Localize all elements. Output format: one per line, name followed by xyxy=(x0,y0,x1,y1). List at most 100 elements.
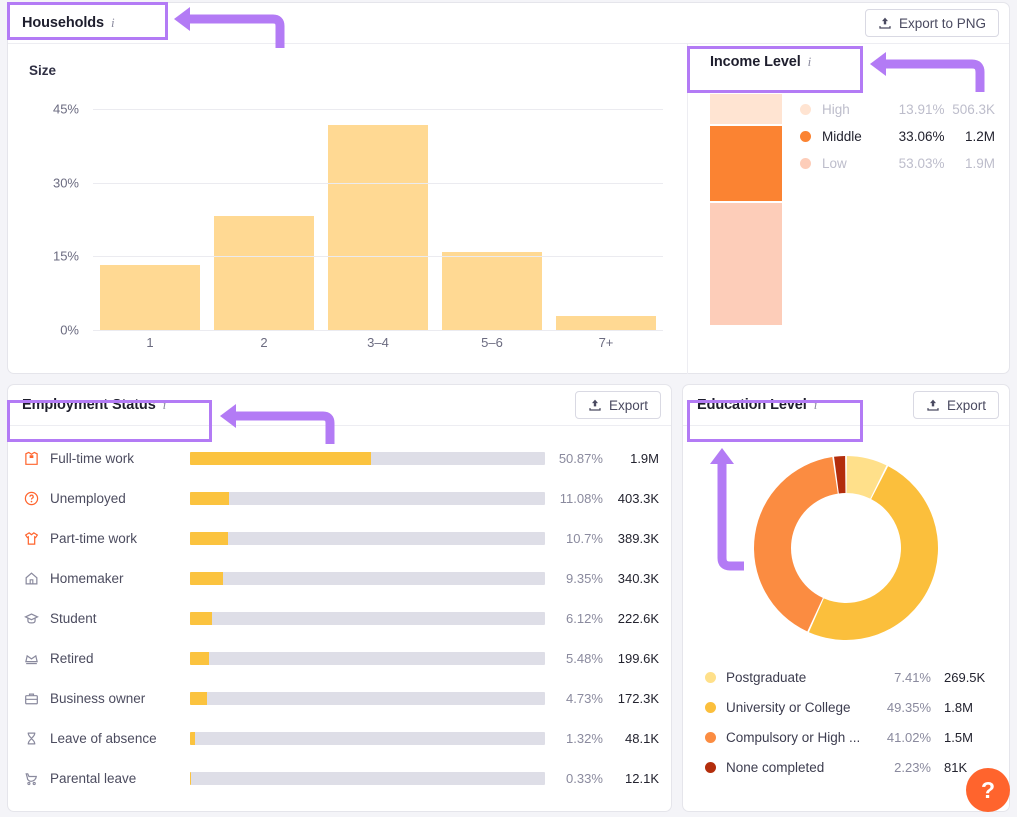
bar[interactable] xyxy=(214,215,314,331)
employment-export-button[interactable]: Export xyxy=(574,391,661,419)
shirt-icon xyxy=(24,451,50,466)
income-level-title: Income Level xyxy=(710,54,801,70)
employment-status-card: Employment Status i Export Full-time wor… xyxy=(7,384,672,812)
graduation-icon xyxy=(24,611,50,626)
upload-icon xyxy=(926,398,940,412)
bar-column[interactable] xyxy=(435,110,549,331)
legend-color-dot xyxy=(800,158,811,169)
education-legend-label: University or College xyxy=(726,699,851,715)
legend-color-dot xyxy=(705,761,716,773)
info-icon[interactable]: i xyxy=(163,397,167,413)
employment-status-row[interactable]: Homemaker 9.35% 340.3K xyxy=(24,558,659,598)
bar-column[interactable] xyxy=(549,110,663,331)
income-legend: High 13.91% 506.3K Middle 33.06% 1.2M Low 53.03… xyxy=(800,94,995,177)
households-card: Households i Export to PNG Size 45% 30% 15… xyxy=(7,2,1010,374)
employment-status-label: Homemaker xyxy=(50,570,124,586)
legend-color-dot xyxy=(705,731,716,743)
education-legend-percent: 41.02% xyxy=(886,729,931,745)
gridline: 30% xyxy=(53,175,663,190)
help-button[interactable]: ? xyxy=(966,768,1010,812)
employment-status-row[interactable]: Retired 5.48% 199.6K xyxy=(24,638,659,678)
income-stack-segment[interactable] xyxy=(710,94,782,127)
education-export-button[interactable]: Export xyxy=(912,391,999,419)
employment-status-row[interactable]: Leave of absence 1.32% 48.1K xyxy=(24,718,659,758)
page-title: Households xyxy=(22,15,104,31)
employment-bar-track xyxy=(190,651,545,665)
export-to-png-button[interactable]: Export to PNG xyxy=(864,9,999,37)
info-icon[interactable]: i xyxy=(814,397,818,413)
crown-icon xyxy=(24,651,50,666)
employment-card-header: Employment Status i Export xyxy=(8,385,671,426)
bar[interactable] xyxy=(442,252,542,331)
employment-status-row[interactable]: Full-time work 50.87% 1.9M xyxy=(24,438,659,478)
employment-bar-track xyxy=(190,731,545,745)
donut-svg xyxy=(754,456,938,640)
tshirt-icon xyxy=(24,531,50,546)
employment-status-row[interactable]: Unemployed 11.08% 403.3K xyxy=(24,478,659,518)
bar-column[interactable] xyxy=(321,110,435,331)
employment-status-label: Student xyxy=(50,610,97,626)
income-legend-label: High xyxy=(822,102,850,117)
income-stack-segment[interactable] xyxy=(710,203,782,327)
gridline: 0% xyxy=(60,323,663,338)
bar[interactable] xyxy=(556,316,656,331)
employment-percent: 1.32% xyxy=(566,730,603,746)
income-legend-row[interactable]: Low 53.03% 1.9M xyxy=(800,150,995,177)
bar-column[interactable] xyxy=(207,110,321,331)
employment-percent: 0.33% xyxy=(566,770,603,786)
employment-status-row[interactable]: Student 6.12% 222.6K xyxy=(24,598,659,638)
x-axis-tick-label: 5–6 xyxy=(481,335,503,350)
employment-bar-track xyxy=(190,531,545,545)
income-legend-row[interactable]: Middle 33.06% 1.2M xyxy=(800,123,995,150)
income-level-header: Income Level i xyxy=(710,54,811,70)
employment-percent: 5.48% xyxy=(566,650,603,666)
y-axis-tick-label: 30% xyxy=(52,175,79,191)
legend-color-dot xyxy=(800,131,811,142)
employment-bar-fill xyxy=(190,731,195,745)
education-legend-value: 269.5K xyxy=(944,669,986,685)
employment-bar-fill xyxy=(190,491,230,505)
employment-status-row[interactable]: Part-time work 10.7% 389.3K xyxy=(24,518,659,558)
legend-color-dot xyxy=(705,701,716,713)
employment-status-label: Retired xyxy=(50,650,94,666)
employment-percent: 6.12% xyxy=(566,610,603,626)
upload-icon xyxy=(878,16,892,30)
question-icon xyxy=(24,491,50,506)
x-axis-tick-label: 2 xyxy=(260,335,268,350)
income-legend-row[interactable]: High 13.91% 506.3K xyxy=(800,96,995,123)
info-icon[interactable]: i xyxy=(111,15,115,31)
education-legend-percent: 49.35% xyxy=(886,699,931,715)
education-card-header: Education Level i Export xyxy=(683,385,1009,426)
bar-column[interactable] xyxy=(93,110,207,331)
education-legend-label: Postgraduate xyxy=(726,669,807,685)
income-stack-segment[interactable] xyxy=(710,126,782,204)
employment-bar-track xyxy=(190,491,545,505)
employment-export-label: Export xyxy=(608,397,648,413)
info-icon[interactable]: i xyxy=(808,54,812,70)
employment-status-row[interactable]: Business owner 4.73% 172.3K xyxy=(24,678,659,718)
legend-color-dot xyxy=(800,104,811,115)
employment-percent: 50.87% xyxy=(558,450,603,466)
y-axis-tick-label: 45% xyxy=(52,101,79,117)
bar[interactable] xyxy=(328,124,428,331)
education-legend-row[interactable]: University or College 49.35% 1.8M xyxy=(705,692,995,722)
education-legend-value: 1.5M xyxy=(944,729,973,745)
employment-bar-fill xyxy=(190,611,212,625)
education-legend-row[interactable]: Postgraduate 7.41% 269.5K xyxy=(705,662,995,692)
education-legend-row[interactable]: Compulsory or High ... 41.02% 1.5M xyxy=(705,722,995,752)
employment-status-row[interactable]: Parental leave 0.33% 12.1K xyxy=(24,758,659,798)
employment-status-title: Employment Status xyxy=(22,397,156,413)
bar[interactable] xyxy=(100,264,200,331)
employment-bar-fill xyxy=(190,531,228,545)
income-legend-label: Low xyxy=(822,156,847,171)
employment-percent: 9.35% xyxy=(566,570,603,586)
bar-chart-x-axis: 1 2 3–4 5–6 7+ xyxy=(93,335,663,350)
education-legend-row[interactable]: None completed 2.23% 81K xyxy=(705,752,995,782)
employment-bar-fill xyxy=(190,691,207,705)
gridline: 45% xyxy=(53,102,663,117)
education-legend-label: Compulsory or High ... xyxy=(726,729,861,745)
education-donut-chart xyxy=(683,426,1009,658)
employment-value: 1.9M xyxy=(630,450,659,466)
employment-bar-track xyxy=(190,451,545,465)
briefcase-icon xyxy=(24,691,50,706)
